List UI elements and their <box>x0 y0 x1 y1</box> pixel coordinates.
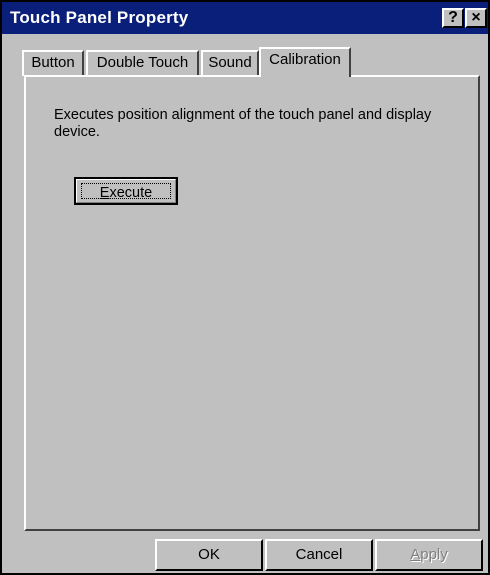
calibration-description: Executes position alignment of the touch… <box>54 107 432 140</box>
tab-double-touch-label: Double Touch <box>96 54 189 71</box>
window-title: Touch Panel Property <box>10 8 189 27</box>
apply-label: pply <box>420 546 448 563</box>
tab-calibration[interactable]: Calibration <box>259 47 351 77</box>
tab-sound[interactable]: Sound <box>201 50 259 76</box>
tab-button[interactable]: Button <box>22 50 84 76</box>
execute-button[interactable]: Execute <box>74 177 178 205</box>
cancel-label: Cancel <box>295 546 343 563</box>
execute-label: xecute <box>109 185 153 201</box>
tab-button-label: Button <box>31 54 75 71</box>
title-bar[interactable]: Touch Panel Property ? × <box>2 2 488 34</box>
ok-label: OK <box>198 546 220 563</box>
help-icon: ? <box>448 9 458 26</box>
apply-button[interactable]: Apply <box>375 539 483 571</box>
tab-calibration-label: Calibration <box>269 51 341 68</box>
execute-focus-rect: Execute <box>81 183 171 201</box>
calibration-panel: Executes position alignment of the touch… <box>24 75 480 531</box>
cancel-button[interactable]: Cancel <box>265 539 373 571</box>
execute-button-bevel: Execute <box>76 179 176 203</box>
close-icon: × <box>471 9 481 26</box>
apply-mnemonic: A <box>410 546 421 563</box>
touch-panel-property-dialog: Touch Panel Property ? × Button Double T… <box>0 0 490 575</box>
tab-double-touch[interactable]: Double Touch <box>86 50 199 76</box>
tab-sound-label: Sound <box>208 54 252 71</box>
close-button[interactable]: × <box>465 8 487 28</box>
help-button[interactable]: ? <box>442 8 464 28</box>
ok-button[interactable]: OK <box>155 539 263 571</box>
